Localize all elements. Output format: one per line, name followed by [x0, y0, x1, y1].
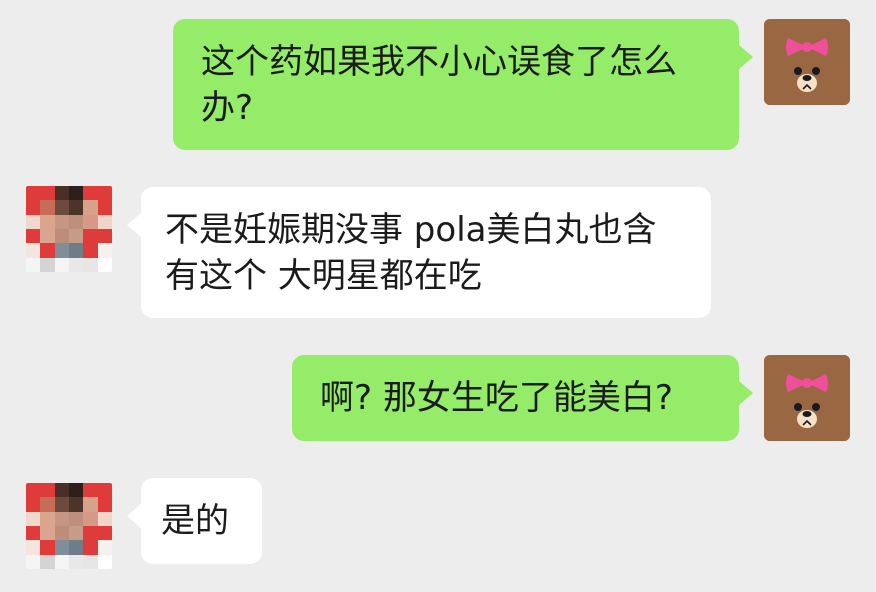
chat-conversation: 这个药如果我不小心误食了怎么办? 不是妊娠期没事 pola美白丸也含有这个 大明…	[0, 0, 876, 592]
contact-avatar[interactable]	[26, 186, 112, 272]
bear-with-bow-icon	[764, 355, 850, 441]
my-avatar[interactable]	[764, 355, 850, 441]
message-bubble-sent[interactable]: 啊? 那女生吃了能美白?	[292, 355, 753, 441]
message-bubble-received[interactable]: 是的	[127, 478, 262, 564]
bear-with-bow-icon	[764, 19, 850, 105]
message-text: 这个药如果我不小心误食了怎么办?	[201, 42, 677, 128]
message-text: 啊? 那女生吃了能美白?	[320, 378, 673, 418]
contact-avatar[interactable]	[26, 483, 112, 569]
my-avatar[interactable]	[764, 19, 850, 105]
message-bubble-sent[interactable]: 这个药如果我不小心误食了怎么办?	[173, 19, 753, 150]
message-bubble-received[interactable]: 不是妊娠期没事 pola美白丸也含有这个 大明星都在吃	[127, 187, 711, 318]
message-text: 是的	[161, 501, 229, 541]
message-text: 不是妊娠期没事 pola美白丸也含有这个 大明星都在吃	[165, 210, 657, 296]
